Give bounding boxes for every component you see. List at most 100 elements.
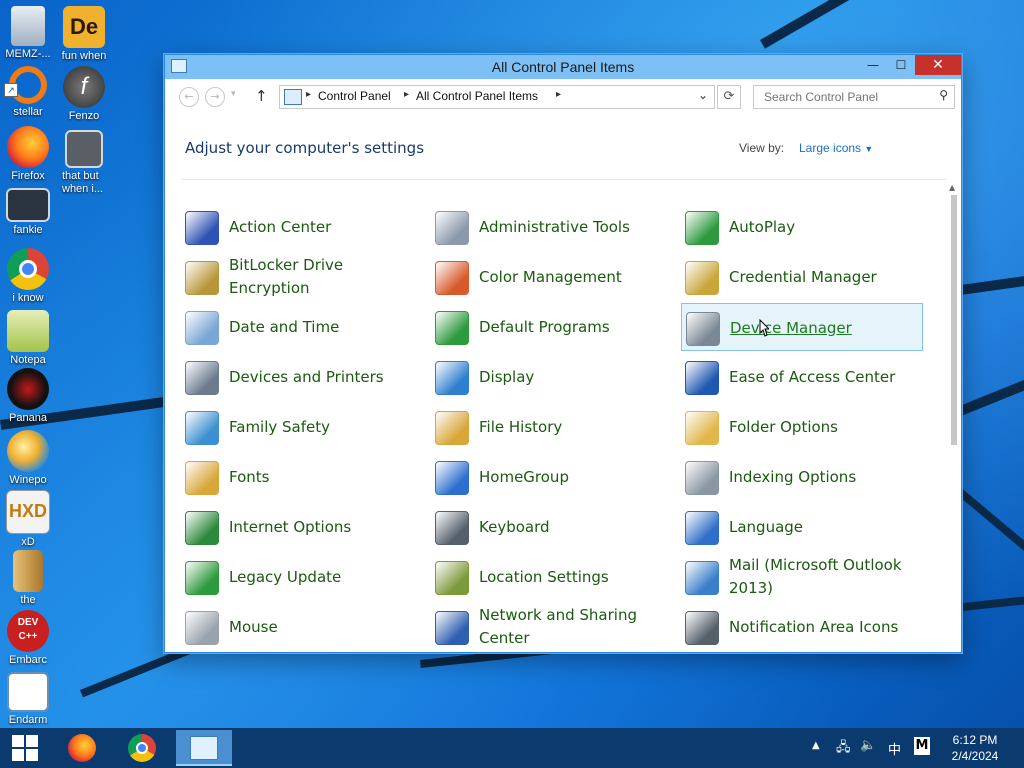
flash-icon: f	[63, 66, 105, 108]
cp-item-legacy-update[interactable]: Legacy Update	[181, 553, 423, 601]
view-by-dropdown[interactable]: Large icons ▼	[799, 141, 873, 155]
desktop-icon-windows-stack[interactable]: that but when i...	[56, 130, 112, 196]
volume-muted-icon[interactable]: 🔈	[860, 738, 876, 753]
taskbar-app-chrome[interactable]	[116, 730, 172, 766]
desktop-icon-the[interactable]: the	[0, 550, 56, 607]
cp-item-mouse[interactable]: Mouse	[181, 603, 423, 649]
cp-item-action-center[interactable]: Action Center	[181, 203, 423, 251]
back-button[interactable]: ←	[179, 87, 199, 107]
desktop-icon-stellar[interactable]: ↗ stellar	[0, 66, 56, 119]
maximize-button[interactable]: ☐	[887, 55, 915, 75]
breadcrumb-control-panel[interactable]: Control Panel	[318, 89, 391, 103]
cp-item-ease-of-access-center[interactable]: Ease of Access Center	[681, 353, 923, 401]
breadcrumb-separator-icon[interactable]: ▸	[306, 89, 311, 100]
cp-item-label: Internet Options	[229, 517, 352, 536]
forward-button[interactable]: →	[205, 87, 225, 107]
address-bar-row: ← → ▾ ↑ ▸ Control Panel ▸ All Control Pa…	[173, 85, 955, 109]
desktop-icon-panana[interactable]: Panana	[0, 368, 56, 425]
minimize-button[interactable]: —	[859, 55, 887, 75]
recycle-bin-icon	[11, 6, 45, 46]
desktop-icon-label: Endarm	[8, 714, 48, 726]
cp-item-autoplay[interactable]: AutoPlay	[681, 203, 923, 251]
system-clock[interactable]: 6:12 PM 2/4/2024	[940, 732, 1010, 764]
desktop-icon-winepo[interactable]: Winepo	[0, 430, 56, 487]
cp-item-default-programs[interactable]: Default Programs	[431, 303, 673, 351]
input-mode-indicator[interactable]: M	[914, 737, 930, 755]
divider	[181, 179, 947, 180]
refresh-button[interactable]: ⟳	[717, 85, 741, 109]
cp-item-label: HomeGroup	[479, 467, 569, 486]
cp-item-label: Folder Options	[729, 417, 838, 436]
desktop-icon-firefox[interactable]: Firefox	[0, 126, 56, 183]
legacy-update-icon	[185, 561, 219, 595]
show-hidden-icons-icon[interactable]: ▲	[812, 740, 820, 751]
folder-options-icon	[685, 411, 719, 445]
cp-item-label: Language	[729, 517, 804, 536]
start-button[interactable]	[0, 728, 50, 768]
desktop-icon-label: Embarc	[9, 654, 47, 666]
cp-item-date-and-time[interactable]: Date and Time	[181, 303, 423, 351]
location-settings-icon	[435, 561, 469, 595]
breadcrumb-all-items[interactable]: All Control Panel Items	[416, 89, 538, 103]
cp-item-location-settings[interactable]: Location Settings	[431, 553, 673, 601]
cp-item-devices-and-printers[interactable]: Devices and Printers	[181, 353, 423, 401]
cp-item-internet-options[interactable]: Internet Options	[181, 503, 423, 551]
cp-item-homegroup[interactable]: HomeGroup	[431, 453, 673, 501]
search-box[interactable]: ⚲	[753, 85, 955, 109]
desktop-icon-fankie[interactable]: fankie	[0, 188, 56, 237]
scroll-up-icon[interactable]: ▲	[949, 183, 955, 192]
desktop-icon-notepad[interactable]: Notepa	[0, 310, 56, 367]
cp-item-notification-area-icons[interactable]: Notification Area Icons	[681, 603, 923, 649]
cp-item-network-and-sharing-center[interactable]: Network and Sharing Center	[431, 603, 673, 649]
network-icon[interactable]: 🖧	[836, 738, 851, 760]
cp-item-mail-microsoft-outlook-2013[interactable]: Mail (Microsoft Outlook 2013)	[681, 553, 923, 601]
taskbar-app-firefox[interactable]	[56, 730, 112, 766]
desktop-icon-chrome[interactable]: i know	[0, 248, 56, 305]
winepo-app-icon	[7, 430, 49, 472]
cp-item-fonts[interactable]: Fonts	[181, 453, 423, 501]
default-programs-icon	[435, 311, 469, 345]
desktop-icon-recycle[interactable]: MEMZ-...	[0, 6, 56, 61]
address-box[interactable]: ▸ Control Panel ▸ All Control Panel Item…	[279, 85, 715, 109]
cp-item-family-safety[interactable]: Family Safety	[181, 403, 423, 451]
close-button[interactable]: ✕	[915, 55, 961, 75]
chrome-taskbar-icon	[128, 734, 156, 762]
desktop-icon-fenzo[interactable]: f Fenzo	[56, 66, 112, 123]
chevron-down-icon[interactable]: ⌄	[698, 88, 708, 102]
cp-item-display[interactable]: Display	[431, 353, 673, 401]
desktop-icon-devcpp[interactable]: DEV C++ Embarc	[0, 610, 56, 667]
breadcrumb-separator-icon[interactable]: ▸	[404, 89, 409, 100]
cp-item-administrative-tools[interactable]: Administrative Tools	[431, 203, 673, 251]
cp-item-file-history[interactable]: File History	[431, 403, 673, 451]
cp-item-keyboard[interactable]: Keyboard	[431, 503, 673, 551]
device-manager-icon	[686, 312, 720, 346]
cp-item-indexing-options[interactable]: Indexing Options	[681, 453, 923, 501]
ime-indicator[interactable]: 中	[888, 739, 901, 758]
window-title: All Control Panel Items	[491, 59, 635, 75]
title-bar[interactable]: All Control Panel Items — ☐ ✕	[165, 55, 961, 79]
desktop-icon-label: stellar	[13, 106, 43, 118]
desktop-icon-label: that but when i...	[62, 170, 103, 195]
cp-item-credential-manager[interactable]: Credential Manager	[681, 253, 923, 301]
cp-item-color-management[interactable]: Color Management	[431, 253, 673, 301]
color-management-icon	[435, 261, 469, 295]
cp-item-bitlocker-drive-encryption[interactable]: BitLocker Drive Encryption	[181, 253, 423, 301]
vertical-scrollbar[interactable]: ▲	[949, 183, 959, 647]
control-panel-icon	[284, 89, 302, 105]
taskbar-app-control-panel[interactable]	[176, 730, 232, 766]
search-icon[interactable]: ⚲	[939, 88, 948, 102]
recent-locations-icon[interactable]: ▾	[231, 89, 236, 99]
search-input[interactable]	[762, 89, 926, 105]
cp-item-device-manager[interactable]: Device Manager	[681, 303, 923, 351]
cp-item-label: BitLocker Drive Encryption	[229, 256, 344, 297]
cp-item-folder-options[interactable]: Folder Options	[681, 403, 923, 451]
scrollbar-thumb[interactable]	[951, 195, 957, 445]
flag-icon	[185, 211, 219, 245]
de-app-icon: De	[63, 6, 105, 48]
desktop-icon-endarm[interactable]: Endarm	[0, 672, 56, 727]
desktop-icon-hxd[interactable]: HXD xD	[0, 490, 56, 549]
cp-item-language[interactable]: Language	[681, 503, 923, 551]
up-button[interactable]: ↑	[255, 87, 268, 105]
desktop-icon-de[interactable]: De fun when	[56, 6, 112, 63]
breadcrumb-separator-icon[interactable]: ▸	[556, 89, 561, 100]
